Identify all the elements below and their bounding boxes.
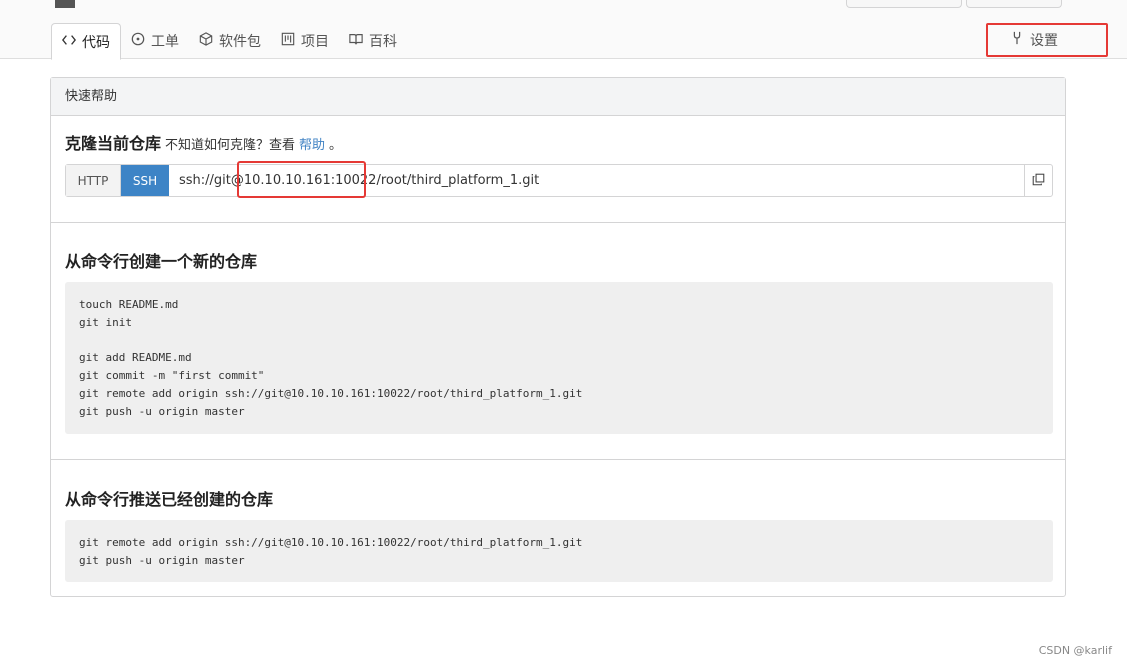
repo-header: 代码 工单 软件包 项目 百科 设置 [0,0,1127,60]
push-existing-code: git remote add origin ssh://git@10.10.10… [65,520,1053,582]
watermark: CSDN @karlif [1038,644,1112,657]
tab-label: 代码 [82,34,110,51]
copy-button[interactable] [1024,165,1052,196]
wiki-icon [349,32,363,50]
tab-label: 百科 [369,34,397,50]
watch-button[interactable] [846,0,962,8]
divider [51,222,1065,223]
repo-logo [55,0,75,8]
tab-label: 软件包 [219,34,261,50]
tab-label: 设置 [1030,33,1058,49]
push-existing-title: 从命令行推送已经创建的仓库 [65,490,274,509]
tab-wiki[interactable]: 百科 [339,23,407,59]
project-icon [281,32,295,50]
divider [51,459,1065,460]
clone-title: 克隆当前仓库 [65,134,162,153]
tab-projects[interactable]: 项目 [271,23,339,59]
clone-url-bar: HTTP SSH [65,164,1053,197]
repo-breadcrumb [55,0,75,8]
tab-settings[interactable]: 设置 [986,23,1108,57]
tab-label: 工单 [151,34,179,50]
tab-label: 项目 [301,34,329,50]
clone-url-input[interactable] [169,165,1024,196]
new-repo-title: 从命令行创建一个新的仓库 [65,252,258,271]
ssh-button[interactable]: SSH [121,165,169,196]
help-link[interactable]: 帮助 [299,134,325,153]
repo-tabs: 代码 工单 软件包 项目 百科 [51,23,407,60]
settings-icon [1010,31,1024,49]
new-repo-code: touch README.md git init git add README.… [65,282,1053,434]
panel-header: 快速帮助 [51,78,1065,116]
tab-issues[interactable]: 工单 [121,23,189,59]
http-button[interactable]: HTTP [66,165,121,196]
issue-icon [131,32,145,50]
star-button[interactable] [966,0,1062,8]
copy-icon [1032,171,1045,190]
package-icon [199,32,213,50]
code-icon [61,33,77,51]
clone-hint: 不知道如何克隆？查看 [165,138,296,153]
quick-help-panel: 快速帮助 克隆当前仓库 不知道如何克隆？查看 帮助 。 HTTP SSH 从命令… [50,77,1066,597]
clone-heading: 克隆当前仓库 不知道如何克隆？查看 帮助 。 [65,130,342,154]
clone-hint-end: 。 [329,138,343,153]
tab-code[interactable]: 代码 [51,23,121,60]
tab-packages[interactable]: 软件包 [189,23,271,59]
